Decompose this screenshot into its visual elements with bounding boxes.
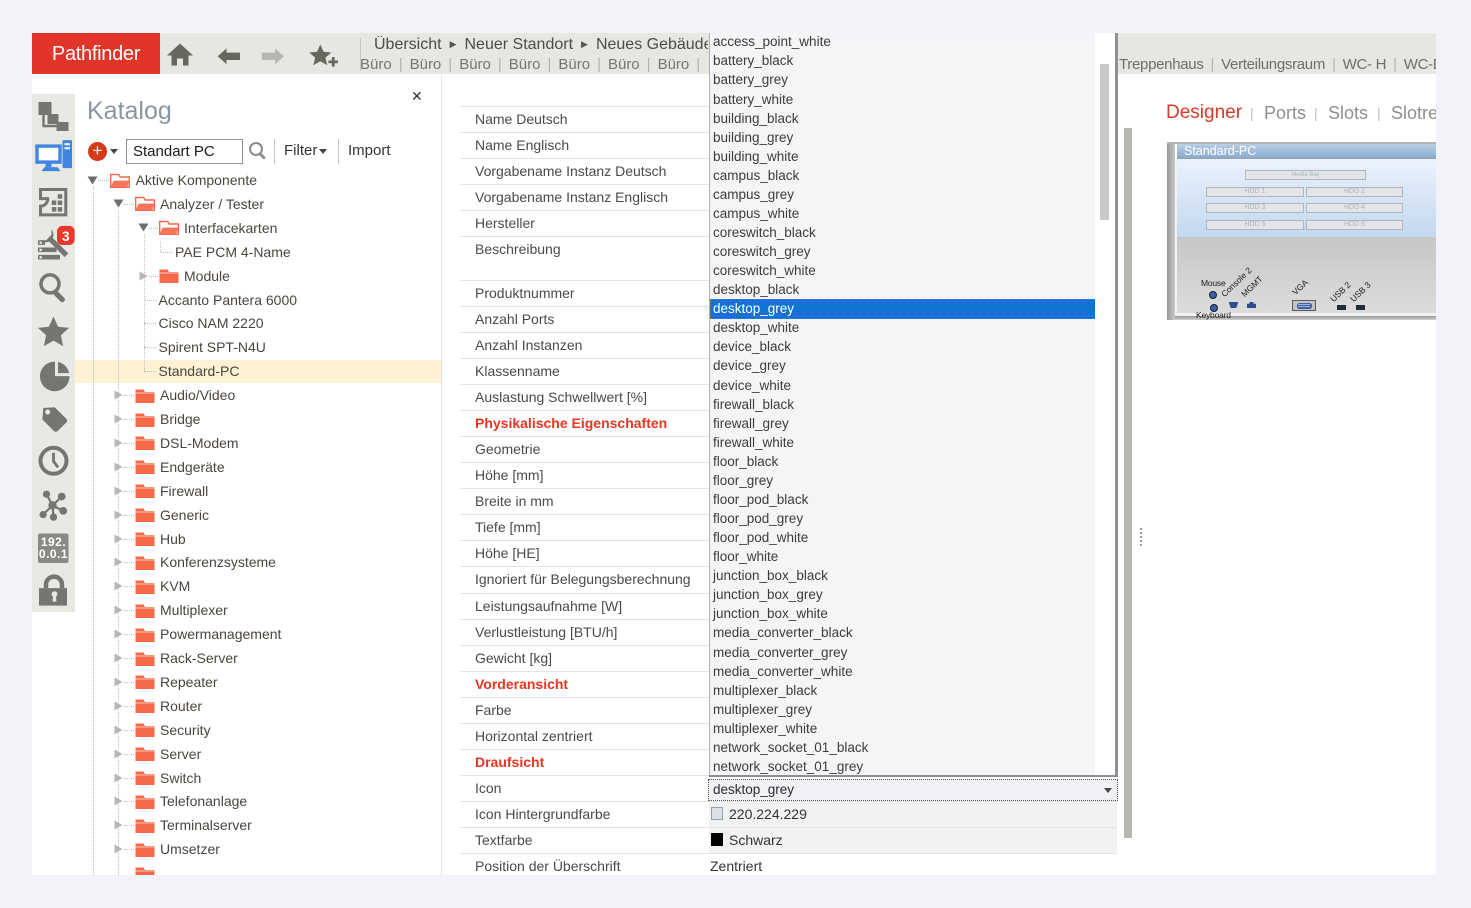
svg-text:0.0.1: 0.0.1 (39, 547, 68, 561)
svg-text:3: 3 (62, 229, 70, 244)
